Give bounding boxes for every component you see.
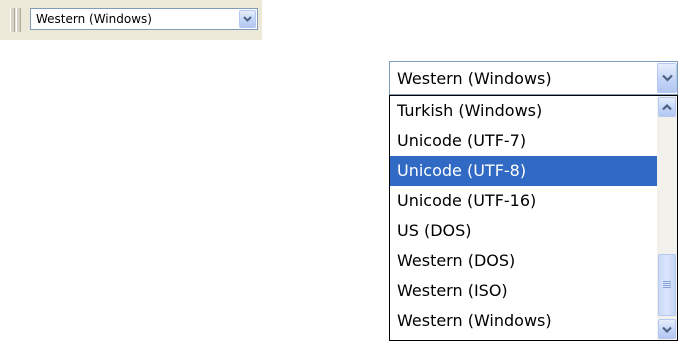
- chevron-down-icon: [243, 16, 252, 22]
- toolbar-encoding-select[interactable]: Western (Windows): [30, 8, 258, 30]
- chevron-up-icon: [662, 103, 672, 110]
- chevron-down-icon: [661, 74, 673, 82]
- toolbar: Western (Windows): [0, 0, 262, 40]
- encoding-option[interactable]: Unicode (UTF-7): [390, 126, 657, 156]
- scroll-up-button[interactable]: [658, 97, 676, 117]
- scroll-down-button[interactable]: [658, 319, 676, 339]
- encoding-options: Turkish (Windows) Unicode (UTF-7) Unicod…: [390, 96, 657, 336]
- toolbar-grip[interactable]: [16, 8, 21, 32]
- toolbar-encoding-value: Western (Windows): [36, 12, 152, 26]
- encoding-option-highlighted[interactable]: Unicode (UTF-8): [390, 156, 657, 186]
- dropdown-scrollbar[interactable]: [657, 96, 677, 340]
- screen: Western (Windows) Western (Windows) Turk…: [0, 0, 678, 347]
- toolbar-grip[interactable]: [10, 8, 15, 32]
- encoding-select[interactable]: Western (Windows): [389, 61, 678, 95]
- encoding-dropdown-list: Turkish (Windows) Unicode (UTF-7) Unicod…: [389, 95, 678, 341]
- toolbar-encoding-dropdown-button[interactable]: [239, 10, 256, 28]
- encoding-option[interactable]: US (DOS): [390, 216, 657, 246]
- scroll-thumb[interactable]: [658, 254, 676, 316]
- chevron-down-icon: [662, 326, 672, 333]
- encoding-option[interactable]: Western (ISO): [390, 276, 657, 306]
- encoding-option[interactable]: Western (Windows): [390, 306, 657, 336]
- encoding-option[interactable]: Unicode (UTF-16): [390, 186, 657, 216]
- encoding-option[interactable]: Western (DOS): [390, 246, 657, 276]
- scroll-thumb-grip-icon: [663, 281, 671, 289]
- encoding-dropdown-button[interactable]: [657, 63, 677, 93]
- encoding-option[interactable]: Turkish (Windows): [390, 96, 657, 126]
- encoding-select-value: Western (Windows): [397, 69, 552, 88]
